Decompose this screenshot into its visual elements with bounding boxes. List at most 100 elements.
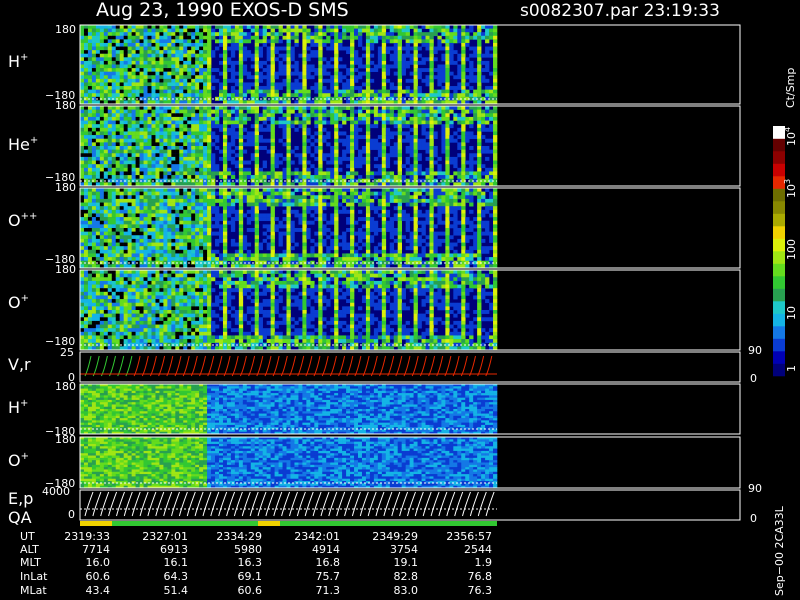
vr-mark xyxy=(272,355,280,377)
colorbar-swatch xyxy=(773,138,785,152)
ep-mark xyxy=(108,491,118,517)
ep-mark xyxy=(407,491,416,517)
tick-h2-top: 180 xyxy=(55,380,76,393)
label-e-p: E,p xyxy=(8,489,33,508)
ep-mark xyxy=(178,491,188,517)
eph-value-alt: 7714 xyxy=(82,543,110,556)
ep-mark xyxy=(241,491,251,517)
eph-value-inlat: 60.6 xyxy=(86,570,111,583)
ep-mark xyxy=(454,491,464,517)
ep-mark xyxy=(100,491,110,517)
vr-mark xyxy=(264,355,272,377)
ep-mark xyxy=(92,491,102,517)
ep-mark xyxy=(351,491,361,517)
colorbar-swatch xyxy=(773,276,785,289)
colorbar-swatch xyxy=(773,288,785,302)
panel-labels: H+ He+ O++ O+ V,r H+ O+ E,p QA xyxy=(8,52,38,527)
vr-mark xyxy=(297,355,305,377)
tick-vr-top: 25 xyxy=(60,346,74,359)
colorbar-swatch xyxy=(773,351,785,364)
eph-value-ut: 2356:57 xyxy=(446,530,492,543)
ep-mark xyxy=(186,491,196,517)
eph-value-inlat: 82.8 xyxy=(394,570,419,583)
vr-mark xyxy=(289,355,296,377)
eph-value-alt: 5980 xyxy=(234,543,262,556)
ep-mark xyxy=(296,491,306,517)
vr-mark xyxy=(428,355,436,377)
vr-mark xyxy=(436,355,444,377)
vr-mark xyxy=(395,355,403,377)
colorbar-swatch xyxy=(773,338,785,352)
qa-bar xyxy=(80,521,497,526)
vr-mark xyxy=(329,355,337,377)
qa-segment xyxy=(80,521,497,526)
ep-mark xyxy=(328,491,338,517)
vr-mark xyxy=(92,355,100,377)
ep-mark xyxy=(477,491,487,517)
colorbar-swatch xyxy=(773,263,785,277)
vr-mark xyxy=(452,355,460,377)
tick-o2-top: 180 xyxy=(55,433,76,446)
eph-value-mlat: 76.3 xyxy=(468,584,493,597)
ep-mark xyxy=(312,491,322,517)
tick-opp-top: 180 xyxy=(55,181,76,194)
eph-value-mlat: 71.3 xyxy=(316,584,341,597)
eph-value-inlat: 75.7 xyxy=(316,570,341,583)
ep-mark xyxy=(131,491,141,517)
vr-mark xyxy=(477,355,485,377)
vr-mark xyxy=(305,355,313,377)
vr-series xyxy=(80,355,497,377)
qa-segment xyxy=(80,521,112,526)
colorbar-swatch xyxy=(773,163,785,177)
colorbar-swatch xyxy=(773,238,785,252)
label-o-plus-2: O+ xyxy=(8,451,29,470)
vr-mark xyxy=(215,355,223,377)
spectrogram-data xyxy=(80,25,498,489)
ep-mark xyxy=(438,491,448,517)
vr-mark xyxy=(387,355,395,377)
ep-mark xyxy=(430,491,440,517)
eph-value-alt: 6913 xyxy=(160,543,188,556)
eph-row-ut: UT xyxy=(20,530,35,543)
colorbar-swatch xyxy=(773,363,785,377)
eph-value-mlt: 16.1 xyxy=(164,556,189,569)
ep-mark xyxy=(359,491,369,517)
ep-mark xyxy=(116,491,125,517)
tick-vr-right-bottom: 0 xyxy=(750,372,757,385)
tick-vr-right-top: 90 xyxy=(748,344,762,357)
ep-mark xyxy=(336,491,346,517)
ep-mark xyxy=(375,491,385,517)
eph-value-mlt: 16.8 xyxy=(316,556,341,569)
eph-value-alt: 2544 xyxy=(464,543,492,556)
colorbar-swatch xyxy=(773,201,785,214)
colorbar-swatch xyxy=(773,213,785,227)
eph-value-mlt: 19.1 xyxy=(394,556,419,569)
cbar-tick-1: 1 xyxy=(785,365,798,372)
label-o-plusplus: O++ xyxy=(8,211,37,230)
colorbar-ticks: 1 10 100 103 104 xyxy=(783,127,798,372)
cbar-tick-1e4: 104 xyxy=(783,127,798,146)
eph-value-mlt: 16.0 xyxy=(86,556,111,569)
ep-mark xyxy=(462,491,471,517)
eph-value-ut: 2334:29 xyxy=(216,530,262,543)
vr-mark xyxy=(133,355,141,377)
ep-mark xyxy=(391,491,401,517)
eph-value-alt: 4914 xyxy=(312,543,340,556)
eph-value-mlt: 1.9 xyxy=(475,556,493,569)
vr-mark xyxy=(419,355,427,377)
vr-mark xyxy=(256,355,264,377)
ep-mark xyxy=(147,491,157,517)
ep-series xyxy=(80,491,497,517)
label-he-plus: He+ xyxy=(8,135,38,154)
ep-mark xyxy=(265,491,275,517)
ep-mark xyxy=(233,491,243,517)
tick-h-top: 180 xyxy=(55,23,76,36)
cbar-tick-100: 100 xyxy=(785,239,798,260)
vr-mark xyxy=(174,355,182,377)
eph-value-inlat: 64.3 xyxy=(164,570,189,583)
eph-value-ut: 2319:33 xyxy=(64,530,110,543)
eph-row-alt: ALT xyxy=(20,543,39,556)
vr-mark xyxy=(338,355,346,377)
vr-mark xyxy=(158,355,166,377)
vr-mark xyxy=(403,355,411,377)
